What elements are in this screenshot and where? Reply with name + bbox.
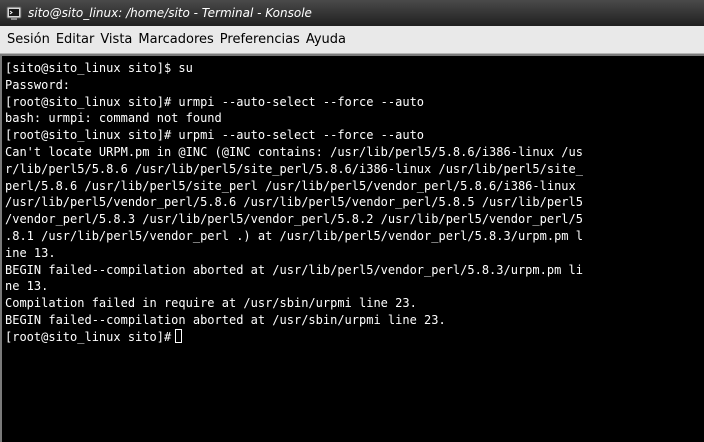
terminal-line: Password:: [5, 77, 71, 92]
menu-editar[interactable]: Editar: [53, 32, 98, 47]
terminal-prompt-line[interactable]: [root@sito_linux sito]#: [5, 328, 697, 346]
terminal-line: [root@sito_linux sito]# urpmi --auto-sel…: [5, 128, 425, 143]
terminal-line: ine 13.: [5, 245, 56, 260]
menu-preferencias[interactable]: Preferencias: [217, 32, 303, 47]
terminal-line: perl/5.8.6 /usr/lib/perl5/site_perl /usr…: [5, 178, 576, 193]
terminal-frame: [sito@sito_linux sito]$ su Password: [ro…: [0, 54, 704, 442]
terminal-line: /vendor_perl/5.8.3 /usr/lib/perl5/vendor…: [5, 212, 583, 227]
menu-vista[interactable]: Vista: [97, 32, 135, 47]
menu-bar: Sesión Editar Vista Marcadores Preferenc…: [0, 26, 704, 54]
terminal-line: .8.1 /usr/lib/perl5/vendor_perl .) at /u…: [5, 228, 583, 243]
terminal-line: r/lib/perl5/5.8.6 /usr/lib/perl5/site_pe…: [5, 161, 583, 176]
menu-ayuda[interactable]: Ayuda: [303, 32, 349, 47]
terminal-line: BEGIN failed--compilation aborted at /us…: [5, 312, 446, 327]
terminal-line: [root@sito_linux sito]# urmpi --auto-sel…: [5, 94, 425, 109]
menu-marcadores[interactable]: Marcadores: [135, 32, 216, 47]
terminal-prompt: [root@sito_linux sito]#: [5, 329, 172, 344]
terminal-line: BEGIN failed--compilation aborted at /us…: [5, 262, 583, 277]
konsole-window: sito@sito_linux: /home/sito - Terminal -…: [0, 0, 704, 442]
terminal-line: [sito@sito_linux sito]$ su: [5, 61, 193, 75]
menu-sesion[interactable]: Sesión: [4, 32, 53, 47]
terminal-line: bash: urmpi: command not found: [5, 111, 222, 126]
konsole-terminal-icon[interactable]: [6, 5, 22, 21]
terminal-line: Compilation failed in require at /usr/sb…: [5, 296, 417, 311]
terminal-output[interactable]: [sito@sito_linux sito]$ su Password: [ro…: [5, 60, 697, 438]
window-title: sito@sito_linux: /home/sito - Terminal -…: [28, 6, 312, 20]
terminal-line: ne 13.: [5, 279, 49, 294]
text-cursor: [175, 328, 183, 343]
title-bar[interactable]: sito@sito_linux: /home/sito - Terminal -…: [0, 0, 704, 26]
terminal-line: /usr/lib/perl5/vendor_perl/5.8.6 /usr/li…: [5, 195, 583, 210]
terminal-line: Can't locate URPM.pm in @INC (@INC conta…: [5, 144, 583, 159]
